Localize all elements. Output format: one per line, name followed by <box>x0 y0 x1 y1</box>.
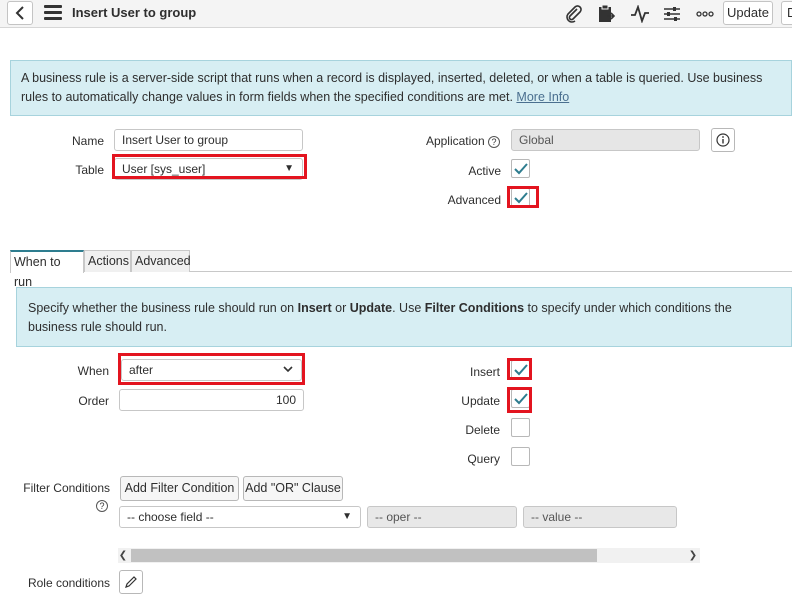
when-to-run-info: Specify whether the business rule should… <box>16 287 792 347</box>
tab-advanced[interactable]: Advanced <box>131 250 191 272</box>
filter-conditions-label: Filter Conditions <box>23 481 110 495</box>
activity-icon[interactable] <box>629 3 651 25</box>
back-button[interactable] <box>7 1 33 25</box>
application-label: Application ? <box>400 134 500 148</box>
highlight-when <box>118 353 305 385</box>
highlight-advanced <box>507 186 539 208</box>
application-field: Global <box>511 129 700 151</box>
highlight-table <box>112 154 307 179</box>
choose-field-select[interactable]: -- choose field -- ▼ <box>119 506 361 528</box>
highlight-update <box>507 387 532 413</box>
delete-button[interactable]: D <box>781 1 792 25</box>
scroll-right-icon[interactable]: ❯ <box>688 549 698 562</box>
caret-down-icon: ▼ <box>342 511 352 522</box>
active-checkbox[interactable] <box>511 159 530 178</box>
form-header: Insert User to group Update D <box>0 0 792 28</box>
highlight-insert <box>507 358 532 380</box>
name-label: Name <box>71 134 104 148</box>
choose-field-value: -- choose field -- <box>127 510 214 524</box>
delete-label: Delete <box>465 423 500 437</box>
page-title: Insert User to group <box>72 5 197 20</box>
oper-select[interactable]: -- oper -- <box>367 506 517 528</box>
query-checkbox[interactable] <box>511 447 530 466</box>
clipboard-icon[interactable] <box>595 3 617 25</box>
table-label: Table <box>75 163 104 177</box>
business-rule-info: A business rule is a server-side script … <box>10 60 792 116</box>
tab-actions[interactable]: Actions <box>84 250 131 272</box>
info-icon <box>716 133 730 147</box>
add-or-clause-button[interactable]: Add "OR" Clause <box>243 476 343 501</box>
help-icon[interactable]: ? <box>96 500 108 512</box>
scroll-left-icon[interactable]: ❮ <box>118 549 128 562</box>
edit-role-conditions-button[interactable] <box>119 570 143 594</box>
value-field[interactable]: -- value -- <box>523 506 677 528</box>
insert-label: Insert <box>469 365 500 379</box>
info-button[interactable] <box>711 128 735 152</box>
hamburger-icon[interactable] <box>44 5 62 21</box>
back-icon <box>15 6 24 20</box>
paperclip-icon[interactable] <box>563 3 585 25</box>
more-info-link[interactable]: More Info <box>516 90 569 104</box>
info-text: A business rule is a server-side script … <box>21 71 763 104</box>
when-label: When <box>77 364 109 378</box>
sliders-icon[interactable] <box>661 3 683 25</box>
add-filter-condition-button[interactable]: Add Filter Condition <box>120 476 239 501</box>
active-label: Active <box>468 164 501 178</box>
more-icon[interactable] <box>694 3 716 25</box>
help-icon[interactable]: ? <box>488 135 500 148</box>
delete-checkbox[interactable] <box>511 418 530 437</box>
role-conditions-label: Role conditions <box>27 576 110 590</box>
tab-when-to-run[interactable]: When to run <box>10 250 84 289</box>
order-field[interactable]: 100 <box>119 389 304 411</box>
update-label: Update <box>461 394 500 408</box>
checkmark-icon <box>513 162 528 174</box>
update-button[interactable]: Update <box>723 1 773 25</box>
pencil-icon <box>125 576 137 588</box>
order-label: Order <box>78 394 109 408</box>
advanced-label: Advanced <box>447 193 501 207</box>
name-field[interactable]: Insert User to group <box>114 129 303 151</box>
query-label: Query <box>467 452 500 466</box>
scrollbar-thumb[interactable] <box>131 549 597 562</box>
